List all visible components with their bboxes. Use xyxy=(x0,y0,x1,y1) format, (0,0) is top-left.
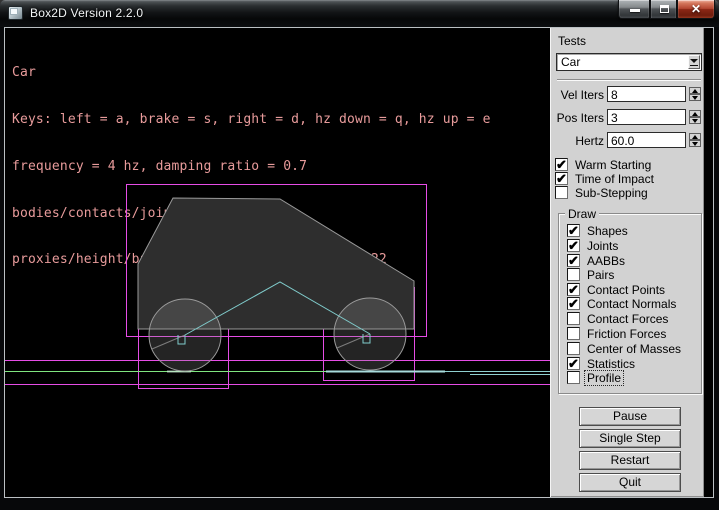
close-button[interactable]: ✕ xyxy=(677,0,715,19)
restart-button[interactable]: Restart xyxy=(579,451,681,470)
quit-button[interactable]: Quit xyxy=(579,473,681,492)
window-title: Box2D Version 2.2.0 xyxy=(30,6,143,20)
checkbox-box[interactable] xyxy=(567,327,580,340)
checkbox-box[interactable] xyxy=(555,158,568,171)
separator xyxy=(557,79,701,81)
pos-iters-label: Pos Iters xyxy=(551,111,604,125)
minimize-icon xyxy=(630,9,640,12)
checkbox-box[interactable] xyxy=(567,371,580,384)
checkbox-box[interactable] xyxy=(567,239,580,252)
spinner-down-icon[interactable] xyxy=(689,117,701,124)
pos-iters-row: Pos Iters 3 xyxy=(551,109,705,126)
spinner-up-icon[interactable] xyxy=(689,110,701,117)
client-area: Car Keys: left = a, brake = s, right = d… xyxy=(4,27,714,498)
hertz-row: Hertz 60.0 xyxy=(551,132,705,149)
spinner-up-icon[interactable] xyxy=(689,87,701,94)
tests-dropdown-value: Car xyxy=(561,55,580,69)
app-window: Box2D Version 2.2.0 ✕ Car Keys: left = a… xyxy=(0,0,719,510)
checkbox-box[interactable] xyxy=(567,283,580,296)
titlebar[interactable]: Box2D Version 2.2.0 ✕ xyxy=(0,0,719,27)
pos-iters-input[interactable]: 3 xyxy=(607,109,686,125)
dropdown-arrow-icon[interactable] xyxy=(688,55,700,69)
hertz-spinner xyxy=(689,133,701,147)
maximize-icon xyxy=(660,5,669,13)
single-step-button[interactable]: Single Step xyxy=(579,429,681,448)
checkbox-box[interactable] xyxy=(567,357,580,370)
spinner-down-icon[interactable] xyxy=(689,140,701,147)
tests-dropdown[interactable]: Car xyxy=(556,53,702,71)
pause-button[interactable]: Pause xyxy=(579,407,681,426)
maximize-button[interactable] xyxy=(650,0,677,19)
hertz-label: Hertz xyxy=(551,134,604,148)
debug-draw-layer xyxy=(5,28,550,497)
vel-iters-input[interactable]: 8 xyxy=(607,86,686,102)
minimize-button[interactable] xyxy=(618,0,650,19)
control-panel: Tests Car Vel Iters 8 Pos Iters 3 xyxy=(550,28,704,497)
pos-iters-spinner xyxy=(689,110,701,124)
spinner-down-icon[interactable] xyxy=(689,94,701,101)
window-icon xyxy=(8,6,23,20)
vel-iters-spinner xyxy=(689,87,701,101)
vel-iters-row: Vel Iters 8 xyxy=(551,86,705,103)
spinner-up-icon[interactable] xyxy=(689,133,701,140)
checkbox-box[interactable] xyxy=(567,312,580,325)
checkbox-box[interactable] xyxy=(567,268,580,281)
draw-groupbox-legend: Draw xyxy=(565,207,599,221)
checkbox-box[interactable] xyxy=(567,224,580,237)
checkbox-box[interactable] xyxy=(567,254,580,267)
close-icon: ✕ xyxy=(678,2,714,16)
hertz-input[interactable]: 60.0 xyxy=(607,132,686,148)
checkbox-box[interactable] xyxy=(555,186,568,199)
vel-iters-label: Vel Iters xyxy=(551,88,604,102)
simulation-viewport[interactable]: Car Keys: left = a, brake = s, right = d… xyxy=(5,28,550,497)
checkbox-box[interactable] xyxy=(567,297,580,310)
checkbox-box[interactable] xyxy=(555,172,568,185)
tests-label: Tests xyxy=(558,34,586,48)
checkbox-box[interactable] xyxy=(567,342,580,355)
